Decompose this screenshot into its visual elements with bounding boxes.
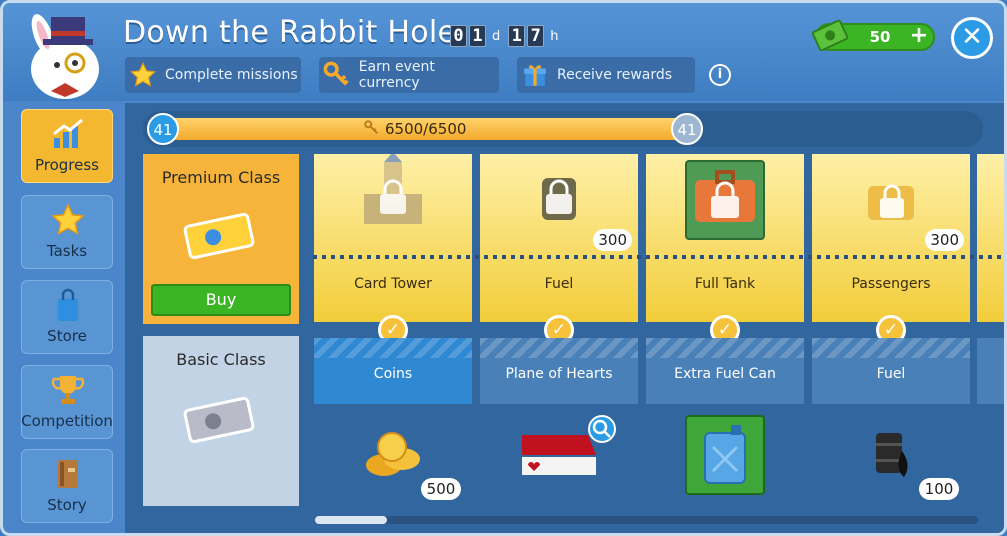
progress-chart-icon [53,118,83,148]
premium-reward-card-partial[interactable] [977,154,1004,322]
add-currency-button[interactable]: + [909,25,929,47]
reward-name: Extra Fuel Can [674,366,776,382]
timer-digit: 7 [527,25,545,47]
basic-class-panel: Basic Class [143,336,299,506]
timer-unit-hours: h [550,28,559,44]
reward-name: Coins [373,366,413,382]
basic-class-title: Basic Class [176,350,266,369]
sidebar-item-label: Tasks [46,242,88,260]
reward-name: Plane of Hearts [505,366,613,382]
basic-reward-card[interactable]: Fuel [812,338,970,404]
sidebar-item-competition[interactable]: Competition [21,365,113,439]
timer-digit: 1 [469,25,486,47]
reward-count: 500 [421,478,461,500]
premium-class-panel: Premium Class Buy [143,154,299,324]
zoom-button[interactable] [588,415,616,443]
star-icon [51,203,85,236]
premium-reward-card[interactable]: 300 Fuel [480,154,638,322]
close-button[interactable]: ✕ [951,17,993,59]
passengers-icon [868,184,914,220]
star-icon [127,59,159,91]
basic-reward-card-partial[interactable] [977,338,1004,404]
suitcase-icon [685,160,765,240]
header: Down the Rabbit Hole 0 1 d 1 7 h Complet… [3,3,1004,101]
currency-amount: 50 [869,28,891,46]
trophy-icon [51,376,85,404]
key-icon [321,59,353,91]
fuel-barrel-icon [542,178,576,220]
sidebar-item-label: Progress [34,156,99,174]
sidebar: Progress Tasks Store Competition Story [11,103,125,533]
chip-label: Earn event currency [358,59,435,91]
reward-name: Card Tower [354,276,432,292]
basic-reward-card[interactable]: Coins [314,338,472,404]
oil-barrel-icon [876,433,908,477]
cash-icon [811,19,849,52]
event-window: Down the Rabbit Hole 0 1 d 1 7 h Complet… [0,0,1007,536]
premium-reward-card[interactable]: Card Tower [314,154,472,322]
basic-reward-item[interactable]: 100 [812,411,970,503]
card-tower-icon [364,154,422,224]
scrollbar-thumb[interactable] [315,516,387,524]
sidebar-item-tasks[interactable]: Tasks [21,195,113,269]
timer-digit: 1 [508,25,526,47]
chip-label: Receive rewards [557,67,673,83]
sidebar-item-label: Store [47,327,87,345]
premium-reward-card[interactable]: 300 Passengers [812,154,970,322]
basic-reward-item[interactable] [646,411,804,503]
book-icon [58,460,78,488]
chip-label: Complete missions [165,67,298,83]
reward-name: Passengers [851,276,931,292]
basic-reward-item[interactable]: 500 [314,411,472,503]
progress-text: 6500/6500 [385,120,467,138]
sidebar-item-progress[interactable]: Progress [21,109,113,183]
basic-reward-card[interactable]: Plane of Hearts [480,338,638,404]
countdown-timer: 0 1 d 1 7 h [450,25,565,47]
horizontal-scrollbar[interactable] [315,516,978,524]
sidebar-item-story[interactable]: Story [21,449,113,523]
premium-reward-card[interactable]: Full Tank [646,154,804,322]
info-button[interactable]: i [709,64,731,86]
timer-digit: 0 [450,25,467,47]
reward-name: Fuel [876,366,906,382]
chip-receive-rewards: Receive rewards [517,57,695,93]
basic-reward-card[interactable]: Extra Fuel Can [646,338,804,404]
key-icon [364,120,378,134]
event-title: Down the Rabbit Hole [123,15,457,50]
sidebar-item-store[interactable]: Store [21,280,113,354]
level-next: 41 [671,113,703,145]
premium-class-title: Premium Class [161,168,281,187]
sidebar-item-label: Competition [21,412,113,430]
basic-reward-item[interactable] [480,411,638,503]
level-current: 41 [147,113,179,145]
divider-dots [313,255,1004,259]
reward-count: 300 [925,229,964,251]
chip-complete-missions: Complete missions [125,57,301,93]
rabbit-mascot-icon [31,14,99,99]
sidebar-item-label: Story [47,496,87,514]
silver-ticket-icon [183,396,255,444]
reward-name: Fuel [544,276,574,292]
gift-icon [519,59,551,91]
shopping-bag-icon [58,288,78,321]
reward-count: 300 [593,229,632,251]
reward-count: 100 [919,478,959,500]
gold-ticket-icon [183,212,255,260]
magnifier-icon [592,419,611,438]
coins-icon [366,432,420,476]
timer-unit-days: d [492,28,501,44]
fuel-can-icon [685,415,765,495]
buy-premium-button[interactable]: Buy [151,284,291,316]
reward-name: Full Tank [694,276,756,292]
chip-earn-currency: Earn event currency [319,57,499,93]
